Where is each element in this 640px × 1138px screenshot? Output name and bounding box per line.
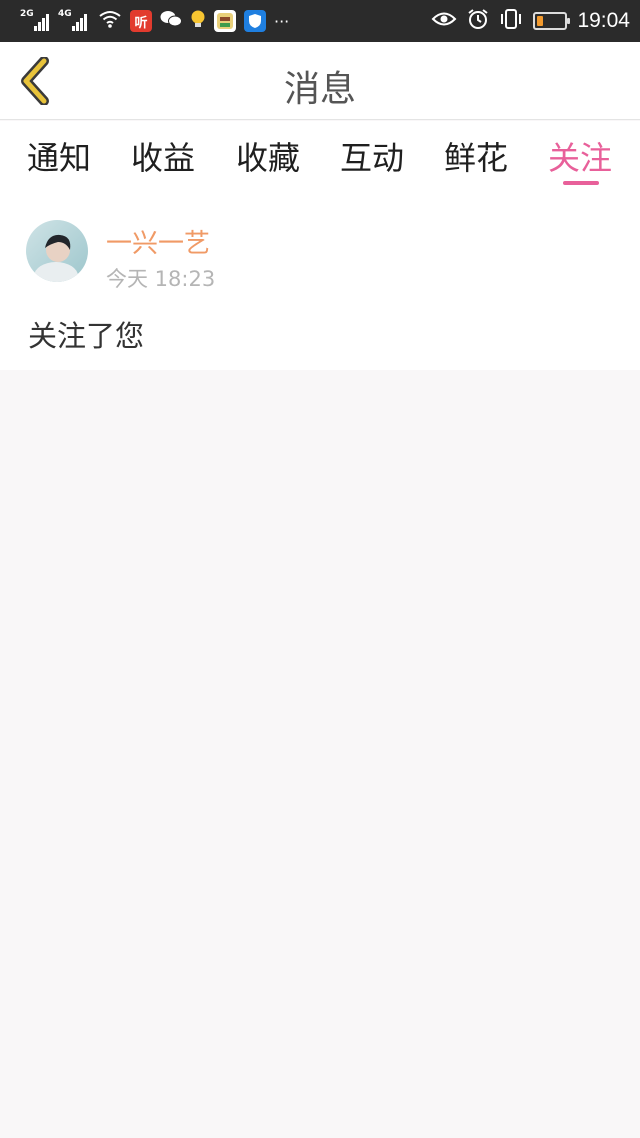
signal-icon-2: 4G bbox=[58, 9, 90, 31]
message-time: 今天 18:23 bbox=[106, 267, 216, 291]
app-header: 消息 bbox=[0, 42, 640, 120]
message-item[interactable]: 一兴一艺 今天 18:23 关注了您 bbox=[0, 199, 640, 370]
signal-icon-1: 2G bbox=[20, 9, 52, 31]
ting-app-icon: 听 bbox=[130, 10, 152, 32]
sender-name[interactable]: 一兴一艺 bbox=[106, 223, 210, 260]
battery-icon bbox=[533, 12, 571, 30]
clock-time: 19:04 bbox=[577, 9, 630, 32]
wifi-icon bbox=[98, 9, 122, 33]
tab-favorites[interactable]: 收藏 bbox=[236, 133, 300, 179]
status-left: 2G 4G 听 ··· bbox=[20, 9, 290, 33]
active-tab-indicator bbox=[563, 181, 599, 185]
tab-bar: 通知 收益 收藏 互动 鲜花 关注 bbox=[0, 121, 640, 199]
wechat-icon bbox=[160, 10, 182, 32]
status-right: 19:04 bbox=[431, 8, 630, 34]
status-bar: 2G 4G 听 ··· 19:04 bbox=[0, 0, 640, 42]
more-notifications-icon: ··· bbox=[274, 11, 290, 31]
tab-notifications[interactable]: 通知 bbox=[27, 133, 91, 179]
tab-follows[interactable]: 关注 bbox=[548, 133, 612, 179]
message-text: 关注了您 bbox=[28, 319, 145, 353]
vibrate-icon bbox=[499, 8, 523, 34]
game-app-icon bbox=[214, 10, 236, 32]
eye-comfort-icon bbox=[431, 10, 457, 32]
battery-level bbox=[537, 16, 543, 26]
bulb-app-icon bbox=[190, 9, 206, 33]
tab-interactions[interactable]: 互动 bbox=[340, 133, 404, 179]
security-app-icon bbox=[244, 10, 266, 32]
tab-flowers[interactable]: 鲜花 bbox=[444, 133, 508, 179]
tab-earnings[interactable]: 收益 bbox=[131, 133, 195, 179]
alarm-icon bbox=[467, 8, 489, 34]
avatar[interactable] bbox=[26, 220, 88, 282]
page-title: 消息 bbox=[283, 69, 356, 110]
